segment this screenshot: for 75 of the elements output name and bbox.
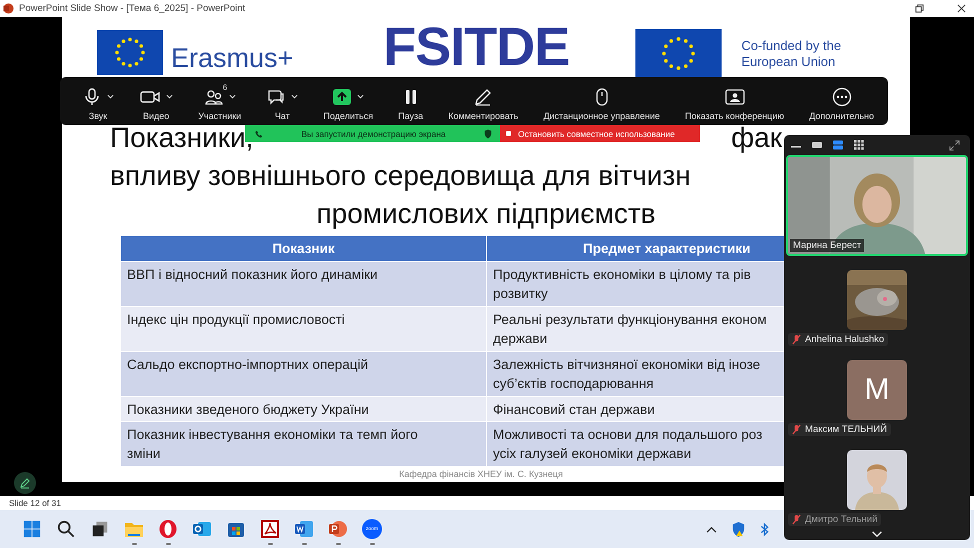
phone-icon [255, 130, 263, 138]
project-logo: FSITDE [383, 16, 570, 78]
slide-counter: Slide 12 of 31 [9, 498, 61, 508]
toolbar-button[interactable]: 6 Участники [198, 82, 242, 120]
toolbar-button[interactable]: Показать конференцию [685, 82, 784, 120]
table-cell-text: Продуктивність економіки в цілому та рів розвитку [492, 266, 752, 303]
mail-icon [192, 519, 212, 539]
table-cell: ВВП і відносний показник його динаміки [121, 262, 487, 306]
table-cell-text: Залежність вітчизняної економіки від інозе суб’єктів господарювання [492, 356, 762, 393]
windows-start-icon [23, 520, 41, 538]
task-view-icon [91, 520, 109, 538]
shield-icon[interactable] [731, 520, 746, 538]
slide-title-line: впливу зовнішнього середовища для вітчизн [110, 159, 691, 193]
chevron-up-icon[interactable] [706, 526, 717, 532]
table-cell-text: Реальні результати функціонування економ держави [492, 311, 768, 348]
table-cell-text: Фінансовий стан держави [492, 401, 656, 419]
table-cell: Показник інвестування економіки та темп його зміни [121, 422, 487, 466]
expand-icon[interactable] [949, 140, 960, 150]
participant-name: Марина Берест [793, 240, 862, 251]
grid-view-icon[interactable] [854, 140, 864, 150]
column-header: Показник [121, 236, 487, 261]
search-icon [57, 520, 75, 538]
participant-name: Anhelina Halushko [805, 334, 884, 345]
stop-icon [506, 131, 511, 136]
screen-person-icon [724, 86, 745, 106]
toolbar-button[interactable]: Пауза [398, 82, 424, 120]
erasmus-logo: Erasmus+ [171, 42, 294, 74]
chevron-down-icon[interactable] [871, 531, 883, 538]
participant-name: Максим ТЕЛЬНИЙ [805, 424, 887, 435]
cofunded-text: European Union [741, 54, 836, 70]
column-header: Предмет характеристики [582, 240, 752, 258]
close-icon[interactable] [957, 4, 966, 13]
toolbar-button[interactable]: Чат [266, 82, 298, 120]
table-cell: Індекс цін продукції промисловості [121, 307, 487, 351]
shield-icon [484, 128, 492, 138]
powerpoint-icon [3, 3, 14, 14]
caret-icon[interactable] [107, 94, 114, 99]
avatar: M [847, 360, 907, 420]
share-icon [332, 86, 352, 106]
word-icon [294, 519, 314, 539]
pdf-icon [260, 519, 280, 539]
table-cell: Показники зведеного бюджету України [121, 397, 487, 421]
table-cell-text: Можливості та основи для подальшого роз усіх галузей економіки держави [492, 426, 764, 463]
toolbar-button[interactable]: Дополнительно [809, 82, 874, 120]
caret-icon[interactable] [166, 94, 174, 99]
participant-name: Дмитро Тельний [805, 514, 878, 525]
browser-icon [158, 519, 178, 539]
participant-count: 6 [222, 82, 228, 92]
speaker-view-icon[interactable] [833, 140, 843, 150]
caret-icon[interactable] [291, 94, 298, 99]
single-view-icon[interactable] [812, 140, 822, 150]
caret-icon[interactable] [228, 94, 236, 99]
toolbar-button[interactable]: Видео [139, 82, 174, 120]
slide-footer: Кафедра фінансів ХНЕУ ім. С. Кузнеця [399, 469, 563, 479]
window-title: PowerPoint Slide Show - [Тема 6_2025] - PowerPoint [19, 3, 246, 14]
stop-sharing-button[interactable]: Остановить совместное использование [500, 125, 700, 142]
restore-icon[interactable] [915, 4, 924, 13]
table-cell: Сальдо експортно-імпортних операцій [121, 352, 487, 396]
toolbar-button[interactable]: Звук [82, 82, 114, 120]
powerpoint-icon [328, 519, 348, 539]
toolbar-button[interactable]: Комментировать [448, 82, 518, 120]
pen-button[interactable] [14, 472, 36, 494]
more-icon [832, 86, 852, 106]
sharing-message: Вы запустили демонстрацию экрана [301, 128, 446, 138]
pen-icon [19, 477, 31, 489]
pen-icon [473, 86, 494, 106]
slide-title-fragment: Показники, [110, 121, 254, 155]
caret-icon[interactable] [357, 94, 364, 99]
slide-title-line: промислових підприємств [316, 197, 656, 231]
bluetooth-icon[interactable] [760, 522, 769, 536]
toolbar-button[interactable]: Поделиться [323, 82, 374, 120]
cofunded-text: Co-funded by the [741, 38, 842, 54]
toolbar-button[interactable]: Дистанционное управление [543, 82, 660, 120]
slide-title-fragment: фак [731, 121, 782, 155]
eu-flag-icon [97, 30, 163, 74]
